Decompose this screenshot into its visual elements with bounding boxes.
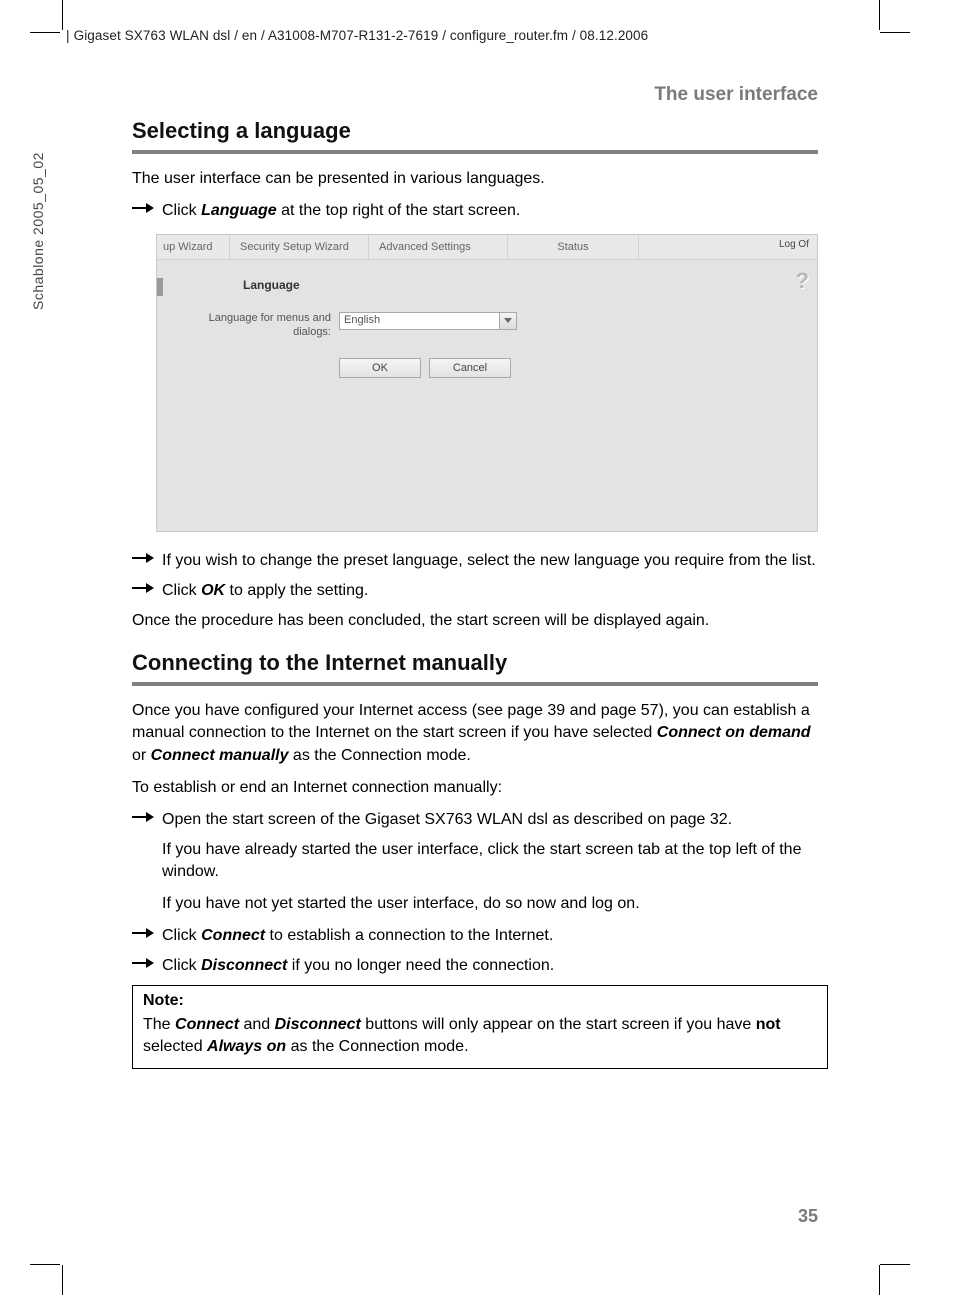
step-click-disconnect: Click Disconnect if you no longer need t… (132, 955, 818, 977)
tab-setup-wizard[interactable]: up Wizard (157, 235, 230, 259)
header-path: |Gigaset SX763 WLAN dsl / en / A31008-M7… (66, 28, 648, 43)
bold-disconnect: Disconnect (201, 957, 287, 974)
step-click-connect: Click Connect to establish a connection … (132, 925, 818, 947)
note-body: The Connect and Disconnect buttons will … (143, 1014, 817, 1058)
side-template-label: Schablone 2005_05_02 (30, 152, 46, 310)
language-select[interactable]: English (339, 312, 517, 330)
arrow-icon (132, 927, 154, 941)
bold-connect-manually: Connect manually (151, 747, 289, 764)
arrow-icon (132, 202, 154, 216)
logoff-link[interactable]: Log Of (779, 239, 809, 250)
step-select-language: If you wish to change the preset languag… (132, 550, 818, 572)
page-number: 35 (798, 1206, 818, 1227)
outro-paragraph: Once the procedure has been concluded, t… (132, 610, 818, 632)
intro-paragraph: The user interface can be presented in v… (132, 168, 818, 190)
language-screenshot: up Wizard Security Setup Wizard Advanced… (156, 234, 818, 532)
step-not-started: If you have not yet started the user int… (162, 893, 818, 915)
panel-heading: Language (243, 278, 300, 292)
language-select-value: English (344, 314, 380, 326)
tab-bar: up Wizard Security Setup Wizard Advanced… (157, 235, 817, 259)
section-heading-connecting: Connecting to the Internet manually (132, 650, 818, 676)
chapter-title: The user interface (654, 84, 818, 106)
connect-paragraph-1: Once you have configured your Internet a… (132, 700, 818, 766)
note-box: Note: The Connect and Disconnect buttons… (132, 985, 828, 1069)
bold-connect: Connect (201, 927, 265, 944)
chevron-down-icon[interactable] (499, 313, 516, 329)
section-heading-language: Selecting a language (132, 118, 818, 144)
arrow-icon (132, 811, 154, 825)
sidebar-indicator (157, 278, 163, 296)
tab-advanced-settings[interactable]: Advanced Settings (369, 235, 508, 259)
arrow-icon (132, 957, 154, 971)
step-already-started: If you have already started the user int… (162, 839, 818, 883)
arrow-icon (132, 582, 154, 596)
tab-security-wizard[interactable]: Security Setup Wizard (230, 235, 369, 259)
ok-button[interactable]: OK (339, 358, 421, 378)
connect-paragraph-2: To establish or end an Internet connecti… (132, 777, 818, 799)
bold-connect-on-demand: Connect on demand (657, 724, 811, 741)
note-title: Note: (143, 992, 817, 1010)
language-field-label: Language for menus and dialogs: (181, 312, 331, 340)
help-icon[interactable]: ? (796, 268, 809, 294)
bold-language: Language (201, 202, 277, 219)
step-click-language: Click Language at the top right of the s… (132, 200, 818, 222)
cancel-button[interactable]: Cancel (429, 358, 511, 378)
heading-rule (132, 150, 818, 154)
step-click-ok: Click OK to apply the setting. (132, 580, 818, 602)
step-open-start-screen: Open the start screen of the Gigaset SX7… (132, 809, 818, 831)
bold-ok: OK (201, 582, 225, 599)
arrow-icon (132, 552, 154, 566)
tab-status[interactable]: Status (508, 235, 639, 259)
heading-rule (132, 682, 818, 686)
